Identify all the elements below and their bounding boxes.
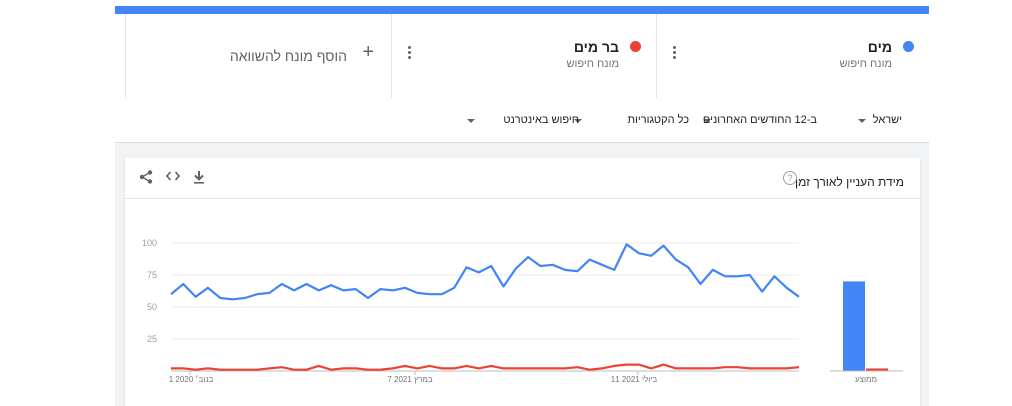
term-type: מונח חיפוש [566, 58, 619, 70]
series-color-dot [630, 41, 641, 52]
add-compare-button[interactable]: + הוסף מונח להשוואה [125, 14, 392, 98]
average-label: ממוצע [855, 375, 877, 384]
average-bar [843, 281, 865, 371]
y-tick-label: 25 [147, 334, 157, 344]
category-filter[interactable]: כל הקטגוריות [627, 114, 689, 126]
chevron-down-icon [467, 119, 475, 123]
y-tick-label: 100 [142, 238, 157, 248]
more-options-icon[interactable] [408, 46, 411, 61]
series-color-dot [903, 41, 914, 52]
compare-terms-bar: מים מונח חיפוש בר מים מונח חיפוש + הוסף … [115, 14, 929, 99]
term-name: מים [867, 39, 892, 55]
region-filter[interactable]: ישראל [873, 114, 902, 126]
term-card-2[interactable]: בר מים מונח חיפוש [391, 14, 657, 98]
period-filter[interactable]: ב-12 החודשים האחרונים [703, 114, 817, 126]
search-type-filter[interactable]: חיפוש באינטרנט [503, 114, 579, 126]
more-options-icon[interactable] [673, 46, 676, 61]
series-line [171, 363, 800, 371]
term-type: מונח חיפוש [839, 58, 892, 70]
x-tick-label: 1 בנוב׳ 2020 [169, 375, 214, 384]
top-accent-bar [115, 6, 929, 14]
series-line [170, 243, 800, 301]
x-tick-label: 11 ביולי 2021 [611, 375, 658, 384]
chevron-down-icon [858, 119, 866, 123]
filters-bar: ישראל ב-12 החודשים האחרונים כל הקטגוריות… [115, 98, 929, 143]
x-tick-label: 7 במרץ 2021 [387, 375, 432, 384]
y-tick-label: 75 [147, 270, 157, 280]
plus-icon: + [362, 41, 374, 63]
interest-over-time-card: מידת העניין לאורך זמן ? 25 50 75 100 ממוצע … [125, 158, 920, 406]
y-tick-label: 50 [147, 302, 157, 312]
term-name: בר מים [573, 39, 619, 55]
term-card-1[interactable]: מים מונח חיפוש [656, 14, 930, 98]
interest-chart: 25 50 75 100 ממוצע 1 בנוב׳ 2020 7 במרץ 2021 1… [142, 238, 903, 384]
add-compare-label: הוסף מונח להשוואה [229, 48, 347, 64]
